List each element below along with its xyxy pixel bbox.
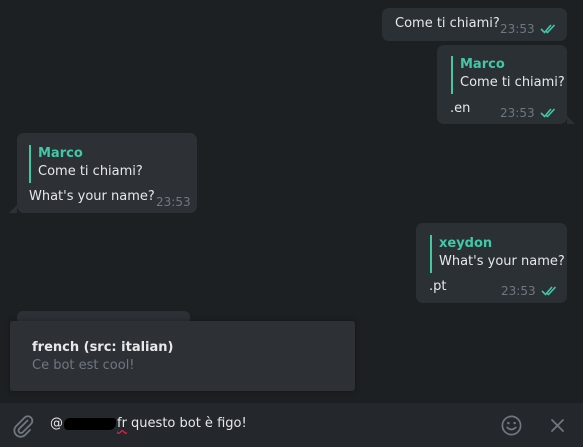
- bubble-tail: [9, 205, 17, 213]
- message-time: 23:53: [500, 106, 535, 120]
- message-composer: @ fr questo bot è figo!: [0, 403, 583, 447]
- reply-quote[interactable]: Marco Come ti chiami?: [29, 145, 143, 183]
- message-text: What's your name?: [29, 189, 155, 204]
- double-check-icon: [540, 108, 556, 118]
- reply-text: Come ti chiami?: [38, 164, 143, 179]
- reply-quote[interactable]: xeydon What's your name?: [430, 235, 565, 273]
- message-bubble-outgoing[interactable]: xeydon What's your name? .pt 23:53: [416, 223, 567, 303]
- inline-results-panel: french (src: italian) Ce bot est cool!: [10, 321, 355, 391]
- paperclip-icon[interactable]: [11, 414, 35, 438]
- message-bubble-outgoing[interactable]: Come ti chiami? 23:53: [382, 8, 567, 41]
- input-mention-prefix: @: [50, 416, 63, 431]
- message-time: 23:53: [156, 195, 191, 209]
- reply-quote[interactable]: Marco Come ti chiami?: [451, 56, 565, 94]
- message-time: 23:53: [500, 22, 535, 36]
- double-check-icon: [540, 24, 556, 34]
- message-text: .en: [450, 101, 471, 116]
- message-text: .pt: [429, 279, 447, 294]
- input-command: fr: [117, 416, 127, 431]
- reply-author: xeydon: [439, 236, 493, 251]
- message-bubble-incoming[interactable]: Marco Come ti chiami? What's your name? …: [17, 133, 197, 213]
- reply-author: Marco: [460, 57, 505, 72]
- inline-result-item[interactable]: french (src: italian) Ce bot est cool!: [10, 321, 355, 391]
- reply-author: Marco: [38, 146, 83, 161]
- reply-text: Come ti chiami?: [460, 75, 565, 90]
- bubble-tail: [567, 116, 575, 124]
- message-text: Come ti chiami?: [395, 16, 500, 31]
- double-check-icon: [541, 286, 557, 296]
- close-icon[interactable]: [550, 418, 565, 433]
- message-input[interactable]: @ fr questo bot è figo!: [50, 416, 247, 431]
- inline-result-title: french (src: italian): [32, 340, 174, 355]
- message-time: 23:53: [501, 284, 536, 298]
- inline-result-description: Ce bot est cool!: [32, 358, 135, 373]
- redaction-mark: [64, 417, 116, 430]
- message-bubble-outgoing[interactable]: Marco Come ti chiami? .en 23:53: [437, 45, 567, 124]
- input-text: questo bot è figo!: [126, 416, 247, 431]
- reply-text: What's your name?: [439, 254, 565, 269]
- smiley-icon[interactable]: [500, 414, 523, 437]
